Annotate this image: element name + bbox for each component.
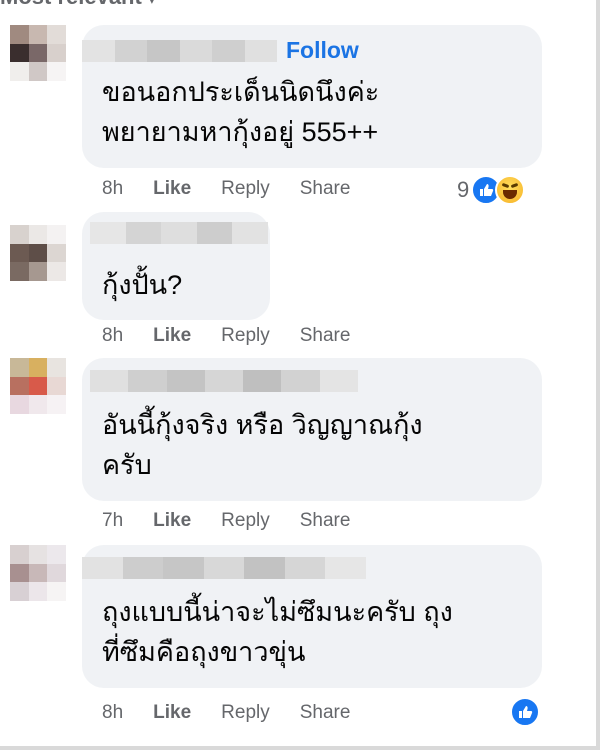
reaction-count: 9	[457, 177, 470, 202]
commenter-name-blurred[interactable]	[90, 370, 358, 392]
avatar[interactable]	[10, 25, 66, 81]
comment-text: กุ้งปั้น?	[102, 265, 182, 305]
window-frame-right	[596, 0, 600, 750]
avatar[interactable]	[10, 545, 66, 601]
comment-bubble: กุ้งปั้น?	[82, 212, 270, 320]
timestamp[interactable]: 8h	[102, 702, 123, 724]
comment-line: ที่ซึมคือถุงขาวขุ่น	[102, 637, 306, 667]
comment-line: ขอนอกประเด็นนิดนึงค่ะ	[102, 77, 380, 107]
comment-actions: 8h Like Reply Share	[102, 325, 350, 347]
timestamp[interactable]: 8h	[102, 325, 123, 347]
like-button[interactable]: Like	[153, 178, 191, 200]
comment-line: พยายามหากุ้งอยู่ 555++	[102, 117, 379, 147]
like-icon	[510, 697, 540, 727]
reply-button[interactable]: Reply	[221, 325, 270, 347]
comment-filter[interactable]: Most relevant▾	[0, 0, 156, 10]
like-button[interactable]: Like	[153, 325, 191, 347]
comment-actions: 8h Like Reply Share	[102, 702, 350, 724]
comment-bubble: ถุงแบบนี้น่าจะไม่ซึมนะครับ ถุง ที่ซึมคือ…	[82, 545, 542, 688]
comment-text: ขอนอกประเด็นนิดนึงค่ะ พยายามหากุ้งอยู่ 5…	[102, 72, 379, 152]
share-button[interactable]: Share	[300, 702, 351, 724]
follow-button[interactable]: Follow	[286, 37, 359, 64]
comment-bubble: อันนี้กุ้งจริง หรือ วิญญาณกุ้ง ครับ	[82, 358, 542, 501]
comment-text: ถุงแบบนี้น่าจะไม่ซึมนะครับ ถุง ที่ซึมคือ…	[102, 592, 453, 672]
reply-button[interactable]: Reply	[221, 702, 270, 724]
share-button[interactable]: Share	[300, 178, 351, 200]
comment-line: อันนี้กุ้งจริง หรือ วิญญาณกุ้ง	[102, 410, 423, 440]
reaction-summary[interactable]: 9	[457, 175, 526, 205]
comment-line: กุ้งปั้น?	[102, 270, 183, 300]
reply-button[interactable]: Reply	[221, 510, 270, 532]
share-button[interactable]: Share	[300, 325, 351, 347]
chevron-down-icon: ▾	[148, 0, 156, 8]
comment-text: อันนี้กุ้งจริง หรือ วิญญาณกุ้ง ครับ	[102, 405, 423, 485]
like-button[interactable]: Like	[153, 702, 191, 724]
haha-icon	[495, 175, 526, 205]
timestamp[interactable]: 7h	[102, 510, 123, 532]
comment-actions: 7h Like Reply Share	[102, 510, 350, 532]
reply-button[interactable]: Reply	[221, 178, 270, 200]
avatar[interactable]	[10, 358, 66, 414]
window-frame-bottom	[0, 746, 600, 750]
comment-bubble: Follow ขอนอกประเด็นนิดนึงค่ะ พยายามหากุ้…	[82, 25, 542, 168]
commenter-name-blurred[interactable]	[82, 557, 367, 579]
like-button[interactable]: Like	[153, 510, 191, 532]
share-button[interactable]: Share	[300, 510, 351, 532]
reaction-summary[interactable]	[510, 697, 540, 727]
avatar[interactable]	[10, 225, 66, 281]
commenter-name-blurred[interactable]	[90, 222, 268, 244]
commenter-name-blurred[interactable]	[82, 40, 277, 62]
comment-line: ครับ	[102, 450, 152, 480]
comment-actions: 8h Like Reply Share	[102, 178, 350, 200]
timestamp[interactable]: 8h	[102, 178, 123, 200]
comment-line: ถุงแบบนี้น่าจะไม่ซึมนะครับ ถุง	[102, 597, 453, 627]
